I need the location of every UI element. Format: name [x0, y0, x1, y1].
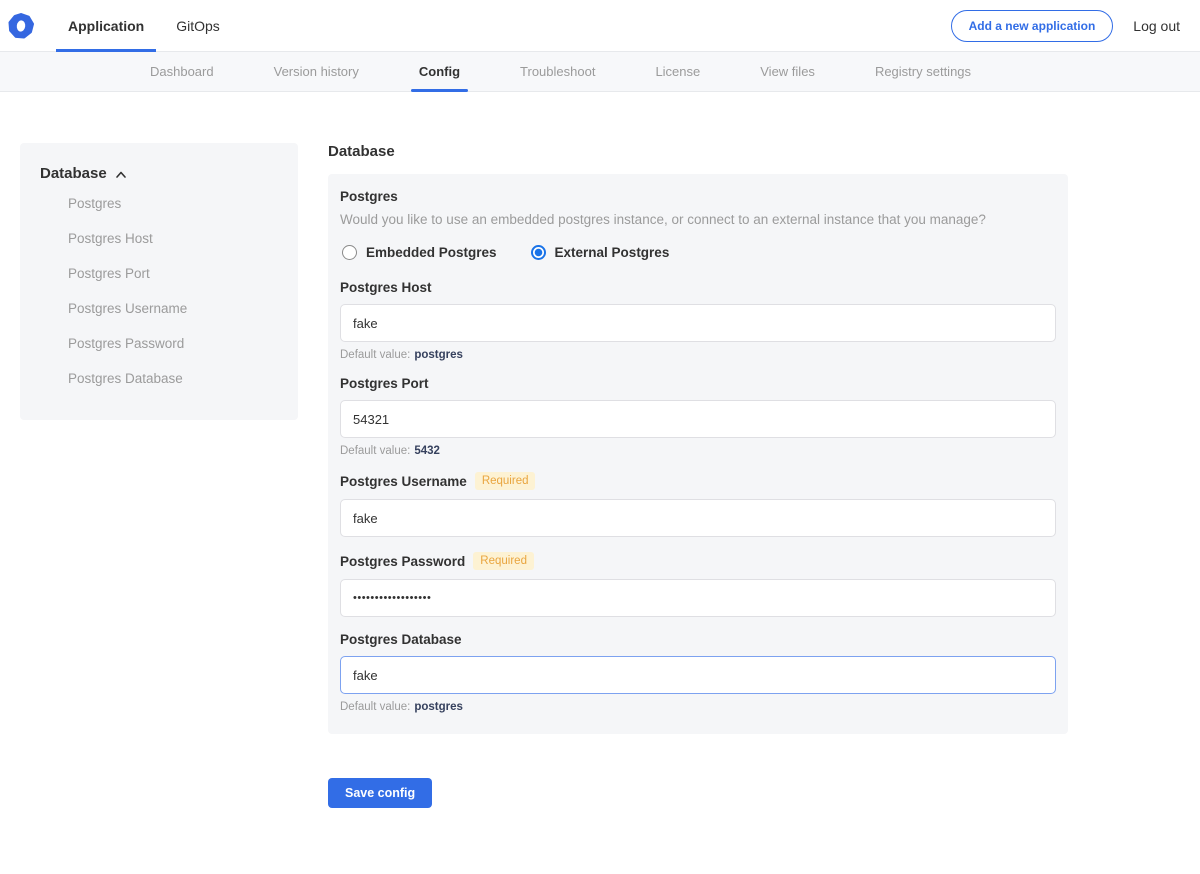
- top-navigation-bar: Application GitOps Add a new application…: [0, 0, 1200, 52]
- postgres-password-label: Postgres Password: [340, 554, 465, 569]
- postgres-host-input[interactable]: [340, 304, 1056, 342]
- sidebar-item-postgres-port[interactable]: Postgres Port: [40, 256, 282, 291]
- config-main-column: Database Postgres Would you like to use …: [328, 143, 1068, 824]
- embedded-postgres-radio[interactable]: [342, 245, 357, 260]
- field-postgres-username: Postgres Username Required: [340, 472, 1056, 537]
- postgres-password-input[interactable]: [340, 579, 1056, 617]
- postgres-item-label: Postgres: [340, 189, 1056, 204]
- field-postgres-host: Postgres Host Default value:postgres: [340, 280, 1056, 361]
- postgres-port-input[interactable]: [340, 400, 1056, 438]
- postgres-mode-radio-group: Embedded Postgres External Postgres: [340, 245, 1056, 260]
- sidebar-item-postgres-host[interactable]: Postgres Host: [40, 221, 282, 256]
- sidebar-item-postgres-database[interactable]: Postgres Database: [40, 361, 282, 396]
- config-group-title: Database: [328, 143, 1068, 160]
- subnav-tab-license[interactable]: License: [647, 52, 708, 91]
- subnav-tab-troubleshoot[interactable]: Troubleshoot: [512, 52, 603, 91]
- subnav-tab-registry-settings[interactable]: Registry settings: [867, 52, 979, 91]
- save-config-button[interactable]: Save config: [328, 778, 432, 808]
- sidebar-item-postgres[interactable]: Postgres: [40, 186, 282, 221]
- postgres-port-label: Postgres Port: [340, 376, 429, 391]
- config-page-content: Database Postgres Postgres Host Postgres…: [0, 92, 1200, 824]
- config-groups-sidebar: Database Postgres Postgres Host Postgres…: [20, 143, 298, 420]
- required-badge: Required: [475, 472, 536, 490]
- postgres-help-text: Would you like to use an embedded postgr…: [340, 212, 1056, 227]
- sidebar-group-database[interactable]: Database: [40, 165, 282, 182]
- sidebar-group-label: Database: [40, 165, 107, 182]
- subnav-tab-view-files[interactable]: View files: [752, 52, 823, 91]
- postgres-database-label: Postgres Database: [340, 632, 462, 647]
- tab-gitops[interactable]: GitOps: [164, 0, 232, 51]
- subnav-tab-config[interactable]: Config: [411, 52, 468, 91]
- external-postgres-radio[interactable]: [531, 245, 546, 260]
- radio-option-external-postgres[interactable]: External Postgres: [529, 245, 670, 260]
- required-badge: Required: [473, 552, 534, 570]
- app-section-tabs: Dashboard Version history Config Trouble…: [0, 52, 1200, 92]
- radio-option-embedded-postgres[interactable]: Embedded Postgres: [340, 245, 497, 260]
- postgres-username-input[interactable]: [340, 499, 1056, 537]
- subnav-tab-version-history[interactable]: Version history: [266, 52, 367, 91]
- database-config-card: Postgres Would you like to use an embedd…: [328, 174, 1068, 734]
- top-tabs: Application GitOps: [56, 0, 232, 51]
- add-new-application-button[interactable]: Add a new application: [951, 10, 1114, 42]
- field-postgres-password: Postgres Password Required: [340, 552, 1056, 617]
- postgres-database-input[interactable]: [340, 656, 1056, 694]
- postgres-username-label: Postgres Username: [340, 474, 467, 489]
- chevron-up-icon: [115, 169, 127, 181]
- external-postgres-radio-label: External Postgres: [555, 245, 670, 260]
- postgres-host-default-note: Default value:postgres: [340, 349, 1056, 361]
- subnav-tab-dashboard[interactable]: Dashboard: [142, 52, 222, 91]
- sidebar-item-postgres-password[interactable]: Postgres Password: [40, 326, 282, 361]
- sidebar-item-list: Postgres Postgres Host Postgres Port Pos…: [40, 186, 282, 396]
- postgres-port-default-note: Default value:5432: [340, 445, 1056, 457]
- postgres-host-label: Postgres Host: [340, 280, 432, 295]
- logout-link[interactable]: Log out: [1133, 18, 1180, 34]
- topnav-right-actions: Add a new application Log out: [951, 0, 1180, 51]
- sidebar-item-postgres-username[interactable]: Postgres Username: [40, 291, 282, 326]
- postgres-database-default-note: Default value:postgres: [340, 701, 1056, 713]
- embedded-postgres-radio-label: Embedded Postgres: [366, 245, 497, 260]
- field-postgres-port: Postgres Port Default value:5432: [340, 376, 1056, 457]
- app-logo-icon: [8, 13, 34, 39]
- tab-application[interactable]: Application: [56, 0, 156, 51]
- field-postgres-database: Postgres Database Default value:postgres: [340, 632, 1056, 713]
